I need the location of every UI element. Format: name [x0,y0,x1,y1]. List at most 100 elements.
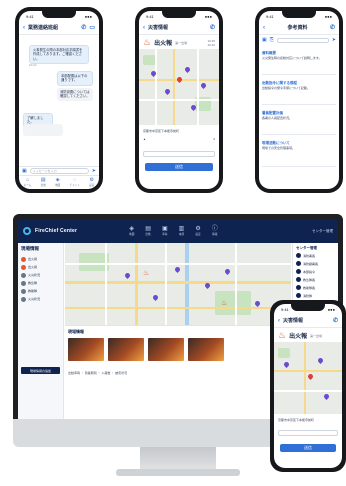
map-title: 災害情報 [148,25,169,31]
app-header: FireChief Center ◈ 地図 ▤ 出動 ▣ 車両 ▥ 本部 ⚙ 設定 ⓘ 情報… [18,219,338,243]
status-icon [21,296,26,302]
phone-docs: 9:41 ●●● ‹ 参考資料 ✆ ▣ ⎘ ➤ 資料概要 火災発生時の初動対応につ… [255,7,343,193]
stats-row: 出動車両 ・ 到着時刻 ・ 人員数 ・ 被害状況 [68,371,128,375]
address-row: 京都市中京区下本能寺前町 [278,418,315,422]
side-item[interactable]: 出火報 [21,255,60,263]
message-bubble: 火事発生の際の本部対応手順書を作成しております。ご確認ください。 [29,45,89,65]
note-input[interactable] [143,151,215,157]
back-icon[interactable]: ‹ [23,25,25,31]
nav-map[interactable]: ◈ 地図 [129,226,134,236]
doc-item[interactable]: 現場活動について 現場での安全管理事項。 [262,141,336,167]
photo-thumb[interactable] [108,338,144,361]
message-bubble: 消防設置については確認してください。 [57,88,93,101]
send-icon[interactable]: ➤ [92,168,96,174]
address-row: 京都市中京区下本能寺前町 [143,129,180,133]
phone-front: 9:41 ●●● ‹ 災害情報 ✆ ♨ 出火報 第一出場 京都市中京区下本能寺前… [270,300,346,472]
chat-input-bar: ▣ メッセージを入力 ➤ [19,166,99,175]
phone-icon[interactable]: ✆ [330,24,335,31]
staff-row[interactable]: 消防署長 [296,253,335,258]
doc-item[interactable]: 資料概要 火災発生時の初動対応について説明します。 [262,51,336,75]
side-title: 現場情報 [21,246,39,251]
nav-dispatch[interactable]: ▤ 出動 [145,226,151,236]
side-item[interactable]: 救助隊 [21,287,60,295]
fire-icon: ♨ [143,270,150,277]
map-pin [316,356,325,365]
camera-icon[interactable]: ▣ [262,37,267,43]
back-icon[interactable]: ‹ [263,25,265,31]
send-button[interactable]: 送信 [145,163,213,171]
side-panel: 現場情報 出火報 出火報 火災状況 救急隊 救助隊 火災状況 現場情報の追加 [18,243,64,419]
user-menu[interactable]: センター管理 [312,229,333,234]
phone-icon[interactable]: ✆ [81,24,86,31]
lower-title: 現場情報 [68,329,84,334]
timestamp: 10:24 [29,63,37,67]
phone-chat: 9:41 ●●● ‹ 業務連絡班組 ✆ ▭ 火事発生の際の本部対応手順書を作成して… [15,7,103,193]
side-item[interactable]: 救急隊 [21,279,60,287]
tab-home[interactable]: ⌂ ホーム [24,178,32,188]
map-pin [282,360,291,369]
tab-map[interactable]: ◈ 地図 [55,178,60,188]
send-icon[interactable]: ➤ [332,37,336,43]
side-item[interactable]: 出火報 [21,263,60,271]
map-pin [223,267,232,276]
incident-label: 出火報 [154,41,173,47]
avatar [296,261,301,266]
side-item[interactable]: 火災状況 [21,295,60,303]
map-pin [183,65,192,74]
back-icon[interactable]: ‹ [143,25,145,31]
photo-thumb[interactable] [68,338,104,361]
docs-search[interactable] [276,37,329,43]
avatar [296,293,301,298]
app-name: FireChief Center [35,228,78,234]
staff-row[interactable]: 消防副署長 [296,261,335,266]
send-button[interactable]: 送信 [280,444,336,452]
nav-hq[interactable]: ▥ 本部 [179,226,185,236]
note-input[interactable] [278,430,338,436]
staff-row[interactable]: 救助隊長 [296,285,335,290]
phone-icon[interactable]: ✆ [210,24,215,31]
tab-dispatch[interactable]: ▤ 出動 [41,178,46,188]
staff-row[interactable]: 本部指令 [296,269,335,274]
doc-item[interactable]: 出動指令に関する規程 出動指令の発令手順について記載。 [262,81,336,105]
avatar [296,253,301,258]
tab-chat[interactable]: ◌ チャット [70,178,80,188]
map-header: ‹ 災害情報 ✆ [139,21,219,35]
back-icon[interactable]: ‹ [278,318,280,324]
photo-thumb[interactable] [188,338,224,361]
staff-row[interactable]: 消防隊 [296,293,335,298]
monitor-base [116,469,240,476]
incident-time: 10:25 10:32 [207,38,215,47]
map-pin [199,81,208,90]
camera-icon[interactable]: ▣ [22,168,27,174]
docs-screen: 9:41 ●●● ‹ 参考資料 ✆ ▣ ⎘ ➤ 資料概要 火災発生時の初動対応につ… [259,11,339,189]
message-input[interactable]: メッセージを入力 [29,168,89,174]
map-pin [253,299,262,308]
add-info-button[interactable]: 現場情報の追加 [21,367,60,374]
tab-settings[interactable]: ⚙ 設定 [89,178,94,188]
photo-thumb[interactable] [148,338,184,361]
video-icon[interactable]: ▭ [89,24,95,31]
chat-title: 業務連絡班組 [28,25,59,31]
side-item[interactable]: 火災状況 [21,271,60,279]
front-map[interactable] [274,342,342,414]
photo-strip [68,338,288,361]
map-pin [123,271,132,280]
docs-header: ‹ 参考資料 ✆ [259,21,339,35]
attach-icon[interactable]: ⎘ [270,37,274,43]
nav-info[interactable]: ⓘ 情報 [212,226,218,236]
status-icon [21,288,26,294]
staff-row[interactable]: 救急隊長 [296,277,335,282]
avatar [296,269,301,274]
main-map[interactable]: ♨ ♨ [65,243,291,325]
nav-settings[interactable]: ⚙ 設定 [195,226,200,236]
phone-icon[interactable]: ✆ [333,317,338,324]
avatar [296,277,301,282]
incident-map[interactable] [139,49,219,125]
docs-title: 参考資料 [287,25,308,31]
chat-header: ‹ 業務連絡班組 ✆ ▭ [19,21,99,35]
map-pin [163,87,172,96]
doc-item[interactable]: 署員配置計画 各署の人員配置状況。 [262,111,336,135]
nav-vehicles[interactable]: ▣ 車両 [162,226,168,236]
incident-summary: ♨ 出火報 第一出場 10:25 10:32 [139,35,219,50]
tab-bar: ⌂ ホーム ▤ 出動 ◈ 地図 ◌ チャット ⚙ 設定 [19,175,99,189]
